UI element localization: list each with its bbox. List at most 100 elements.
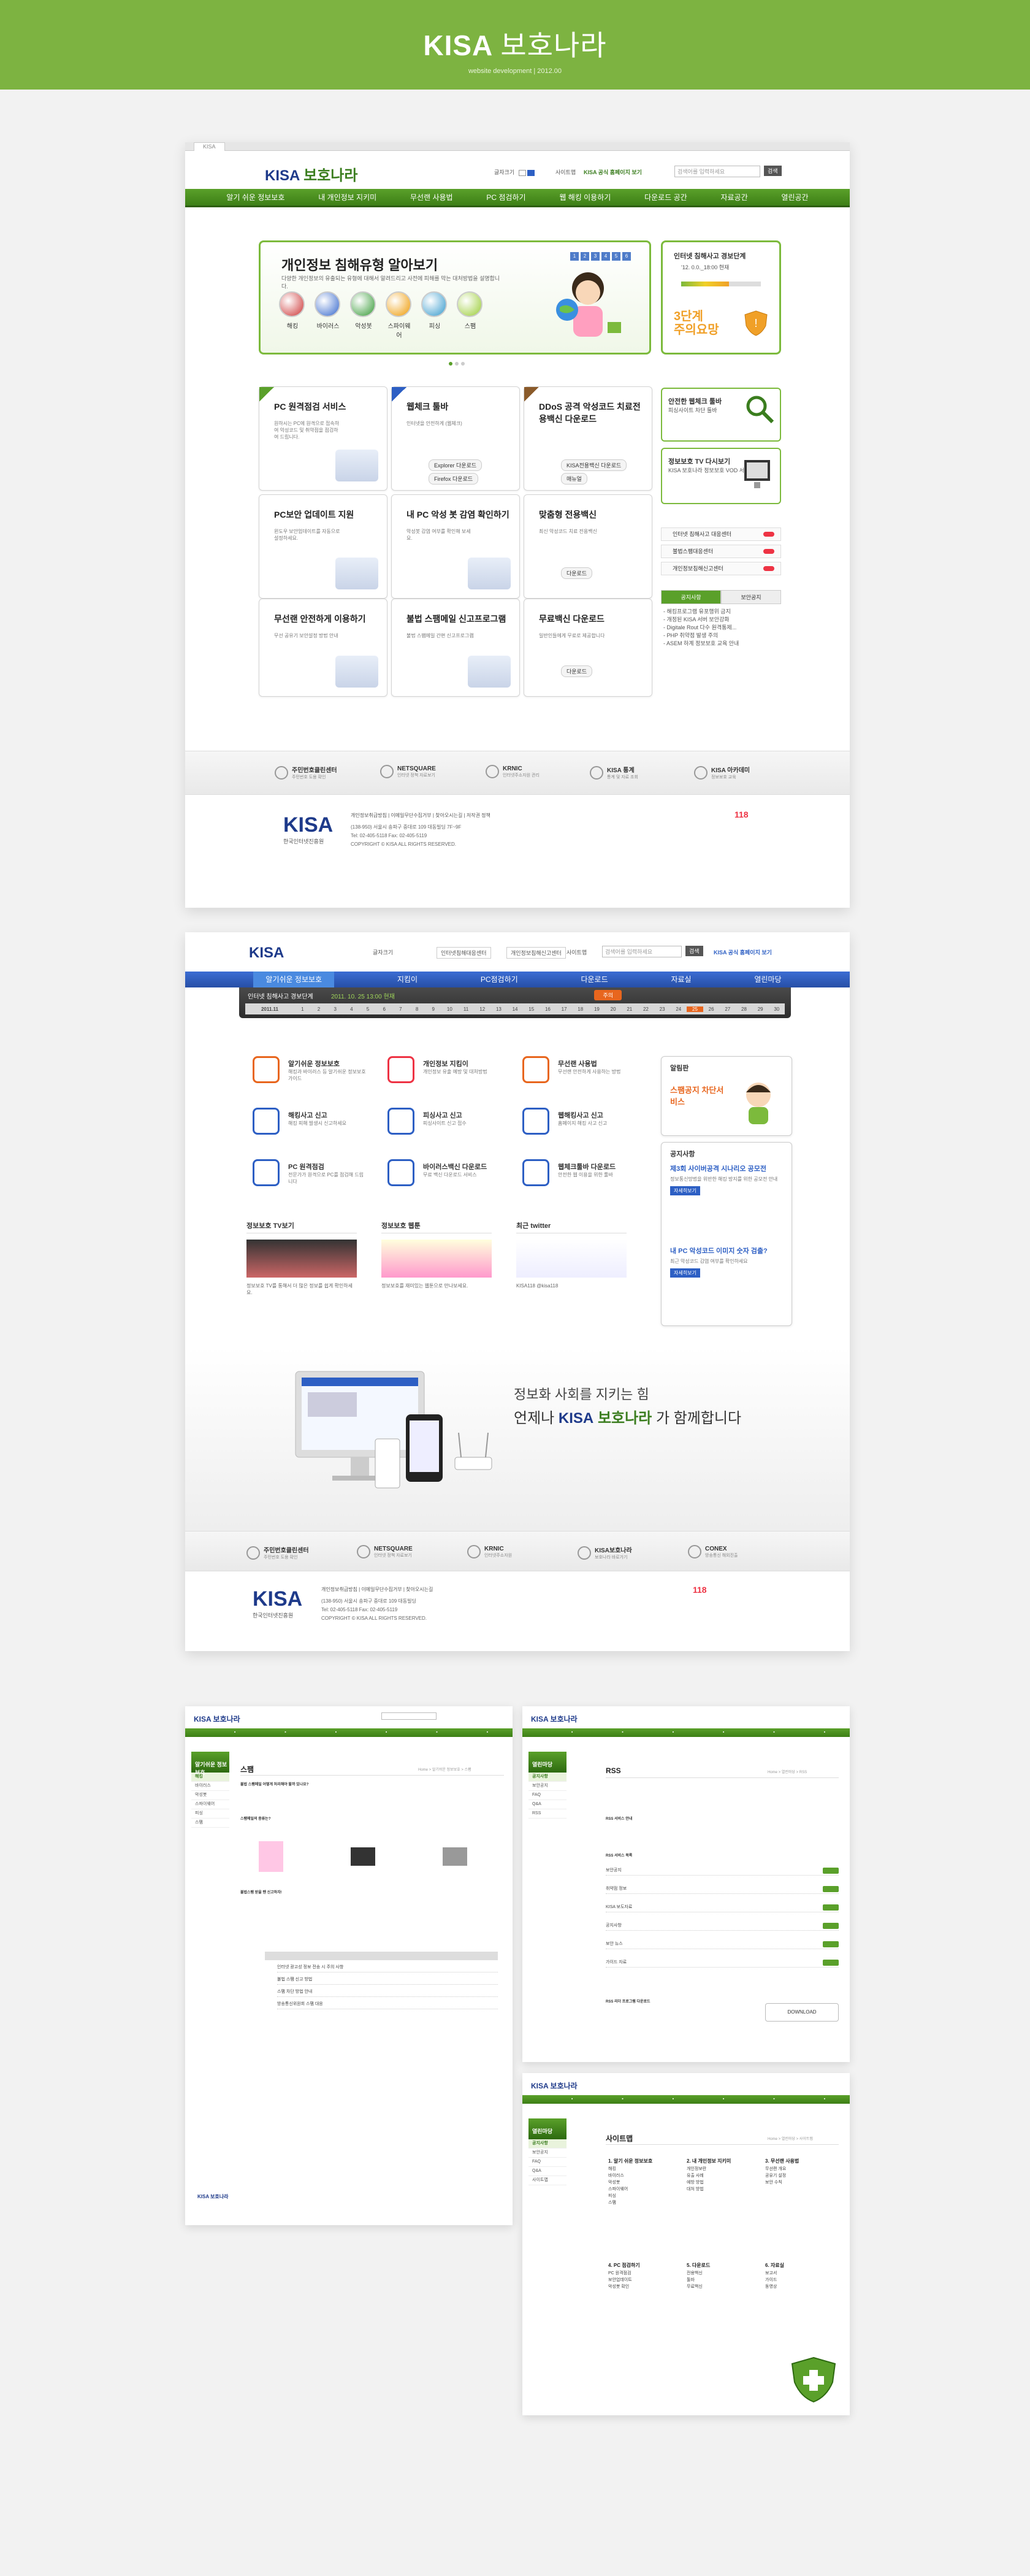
- lnb-item[interactable]: FAQ: [528, 2158, 566, 2167]
- lnb-item[interactable]: 공지사항: [528, 2139, 566, 2149]
- calendar-day[interactable]: 11: [458, 1006, 475, 1012]
- gnb-item[interactable]: ▪: [234, 1728, 235, 1737]
- service-box[interactable]: DDoS 공격 악성코드 치료전용백신 다운로드 KISA전용백신 다운로드 매뉴얼: [524, 386, 652, 491]
- calendar-day[interactable]: 10: [441, 1006, 458, 1012]
- sitemap-group-title[interactable]: 3. 무선랜 사용법: [765, 2158, 839, 2164]
- download-button[interactable]: DOWNLOAD: [765, 2003, 839, 2022]
- gnb-item[interactable]: 알기쉬운 정보보호: [253, 972, 335, 987]
- sitemap-link[interactable]: 동영상: [765, 2283, 839, 2290]
- rss-row[interactable]: KISA 보도자료: [606, 1903, 839, 1912]
- service-link[interactable]: 알기쉬운 정보보호 해킹과 바이러스 등 알기쉬운 정보보호 가이드: [253, 1056, 373, 1099]
- calendar-day[interactable]: 16: [540, 1006, 556, 1012]
- download-button[interactable]: KISA전용백신 다운로드: [561, 459, 627, 471]
- sitemap-link[interactable]: 공유기 설정: [765, 2172, 839, 2179]
- notice-more-button[interactable]: 자세히보기: [670, 1186, 700, 1195]
- sitemap-link[interactable]: 예방 방법: [687, 2179, 760, 2186]
- gnb-item[interactable]: ▪: [571, 1728, 573, 1737]
- calendar-day[interactable]: 21: [621, 1006, 638, 1012]
- browser-tab[interactable]: KISA: [194, 142, 225, 151]
- sitemap-link[interactable]: 바이러스: [608, 2172, 682, 2179]
- hero-dot[interactable]: [455, 362, 459, 366]
- gnb-item[interactable]: ▪: [284, 1728, 286, 1737]
- font-increase-icon[interactable]: [518, 169, 526, 176]
- partner-link[interactable]: CONEX 방송통신 해외진출: [688, 1545, 738, 1558]
- sitemap-link[interactable]: 유출 사례: [687, 2172, 760, 2179]
- threat-type-item[interactable]: 스팸: [457, 291, 484, 339]
- sitemap-link[interactable]: 악성봇: [608, 2179, 682, 2186]
- calendar-day[interactable]: 3: [327, 1006, 343, 1012]
- partner-link[interactable]: KRNIC 인터넷주소자원: [467, 1545, 512, 1558]
- lnb-item[interactable]: 스팸: [191, 1819, 229, 1828]
- table-row[interactable]: 불법 스팸 신고 방법: [277, 1975, 498, 1985]
- sitemap-group-title[interactable]: 5. 다운로드: [687, 2262, 760, 2269]
- mini-thumbnail[interactable]: [381, 1240, 492, 1278]
- calendar-day[interactable]: 20: [605, 1006, 622, 1012]
- font-size-control[interactable]: 글자크기: [494, 168, 535, 176]
- font-decrease-icon[interactable]: [527, 169, 535, 176]
- subpage-logo[interactable]: KISA 보호나라: [531, 1714, 578, 1724]
- calendar-day[interactable]: 28: [736, 1006, 752, 1012]
- search-input[interactable]: 검색어를 입력하세요: [674, 166, 760, 177]
- calendar-day[interactable]: 17: [556, 1006, 573, 1012]
- service-link[interactable]: 개인정보 지킴이 개인정보 유출 예방 및 대처방법: [387, 1056, 508, 1099]
- rss-row[interactable]: 가이드 자료: [606, 1958, 839, 1968]
- privacy-center-link[interactable]: 개인정보침해신고센터: [506, 947, 566, 959]
- rss-subscribe-button[interactable]: [823, 1868, 839, 1874]
- rss-subscribe-button[interactable]: [823, 1886, 839, 1892]
- gnb-item[interactable]: ▪: [824, 1728, 825, 1737]
- lnb-item[interactable]: 바이러스: [191, 1782, 229, 1791]
- sitemap-link[interactable]: 보고서: [765, 2270, 839, 2277]
- calendar-day[interactable]: 6: [376, 1006, 392, 1012]
- service-box[interactable]: 내 PC 악성 봇 감염 확인하기 악성봇 감염 여부를 확인해 보세요.: [391, 494, 520, 599]
- gnb-item[interactable]: ▪: [386, 1728, 387, 1737]
- service-box[interactable]: 웹체크 툴바 인터넷을 안전하게 (웹체크) Explorer 다운로드 Firefo…: [391, 386, 520, 491]
- calendar-day[interactable]: 8: [409, 1006, 425, 1012]
- gnb-item[interactable]: ▪: [487, 1728, 488, 1737]
- service-link[interactable]: 피싱사고 신고 피싱사이트 신고 접수: [387, 1108, 508, 1151]
- gnb-item[interactable]: PC 점검하기: [486, 189, 525, 206]
- gnb-item[interactable]: ▪: [571, 2095, 573, 2104]
- search-input[interactable]: [381, 1712, 437, 1720]
- lnb-item[interactable]: 해킹: [191, 1773, 229, 1782]
- notice-tab[interactable]: 보안공지: [721, 590, 781, 604]
- partner-link[interactable]: 주민번호클린센터 주민번호 도용 확인: [275, 765, 337, 780]
- service-box[interactable]: PC 원격점검 서비스 원하시는 PC에 원격으로 접속하여 악성코드 및 취약점…: [259, 386, 387, 491]
- sitemap-group-title[interactable]: 6. 자료실: [765, 2262, 839, 2269]
- gnb-item[interactable]: 자료공간: [720, 189, 747, 206]
- download-button[interactable]: 다운로드: [561, 567, 593, 579]
- rss-row[interactable]: 보안 뉴스: [606, 1939, 839, 1949]
- calendar-day[interactable]: 15: [523, 1006, 540, 1012]
- subpage-logo[interactable]: KISA 보호나라: [194, 1714, 240, 1724]
- sitemap-group-title[interactable]: 4. PC 점검하기: [608, 2262, 682, 2269]
- sitemap-link[interactable]: 보안업데이트: [608, 2277, 682, 2283]
- hero-dot[interactable]: [449, 362, 452, 366]
- service-box[interactable]: PC보안 업데이트 지원 윈도우 보안업데이트를 자동으로 설정하세요.: [259, 494, 387, 599]
- table-row[interactable]: 방송통신위원회 스팸 대응: [277, 1999, 498, 2009]
- gnb-item[interactable]: ▪: [673, 1728, 674, 1737]
- threat-type-item[interactable]: 해킹: [279, 291, 306, 339]
- alert-level-button[interactable]: 주의: [594, 990, 622, 1000]
- notice-more-button[interactable]: 자세히보기: [670, 1268, 700, 1278]
- gnb-item[interactable]: 웹 해킹 이용하기: [559, 189, 611, 206]
- mini-thumbnail[interactable]: [516, 1240, 627, 1278]
- footer-links[interactable]: 개인정보취급방침 | 이메일무단수집거부 | 찾아오시는길: [321, 1586, 433, 1593]
- lnb-item[interactable]: 사이트맵: [528, 2176, 566, 2185]
- calendar-day[interactable]: 1: [294, 1006, 311, 1012]
- calendar-day[interactable]: 2: [311, 1006, 327, 1012]
- subpage-logo[interactable]: KISA 보호나라: [531, 2080, 578, 2091]
- sitemap-link[interactable]: 사이트맵: [555, 168, 576, 176]
- service-link[interactable]: 바이러스백신 다운로드 무료 백신 다운로드 서비스: [387, 1159, 508, 1202]
- table-row[interactable]: 인터넷 광고성 정보 전송 시 주의 사항: [277, 1963, 498, 1972]
- notice-tab[interactable]: 공지사항: [661, 590, 721, 604]
- calendar-day[interactable]: 9: [425, 1006, 441, 1012]
- search-button[interactable]: 검색: [685, 946, 703, 956]
- calendar-day[interactable]: 12: [474, 1006, 490, 1012]
- partner-link[interactable]: 주민번호클린센터 주민번호 도용 확인: [246, 1545, 309, 1560]
- sitemap-link[interactable]: 악성봇 확인: [608, 2283, 682, 2290]
- table-row[interactable]: 스팸 차단 방법 안내: [277, 1987, 498, 1997]
- mini-thumbnail[interactable]: [246, 1240, 357, 1278]
- calendar-day[interactable]: 13: [490, 1006, 507, 1012]
- download-button[interactable]: Explorer 다운로드: [429, 459, 483, 471]
- calendar-day[interactable]: 18: [572, 1006, 589, 1012]
- download-button[interactable]: Firefox 다운로드: [429, 473, 479, 485]
